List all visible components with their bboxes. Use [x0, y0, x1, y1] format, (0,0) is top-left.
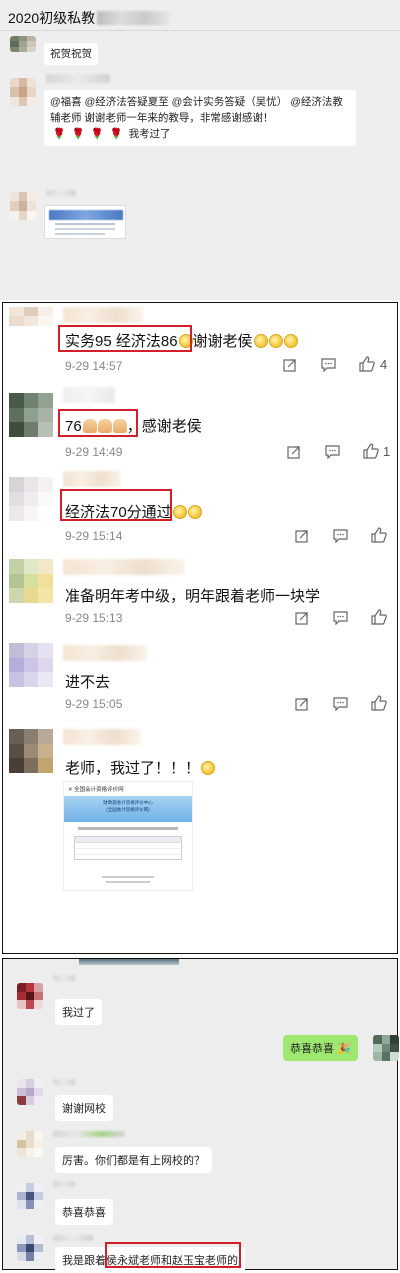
- like-icon[interactable]: [371, 527, 387, 543]
- sender-name: [46, 74, 110, 83]
- avatar[interactable]: [9, 393, 53, 437]
- message-bubble: 恭喜恭喜: [55, 1199, 113, 1225]
- sender-name: [46, 190, 76, 196]
- like-icon[interactable]: [359, 356, 375, 372]
- sender-name: [53, 1079, 75, 1085]
- like-count: 1: [383, 444, 391, 459]
- comment-time: 9-29 15:14: [65, 529, 123, 543]
- commenter-name: [63, 559, 185, 575]
- comment-item: 准备明年考中级，明年跟着老师一块学 9-29 15:13: [3, 551, 397, 635]
- comment-item: 经济法70分通过 9-29 15:14: [3, 467, 397, 551]
- comment-icon[interactable]: [333, 529, 348, 543]
- share-icon[interactable]: [295, 611, 309, 625]
- message-bubble-self: 恭喜恭喜 🎉: [283, 1035, 358, 1061]
- comment-item: 76 ，感谢老侯 9-29 14:49 1: [3, 383, 397, 467]
- comment-item: 老师，我过了！！！ ✕ 全国会计资格评价网 财政部会计资格评价中心 (全国会计资…: [3, 719, 397, 953]
- self-avatar[interactable]: [373, 1035, 399, 1061]
- comment-time: 9-29 14:57: [65, 359, 123, 373]
- highlight-box: [105, 1242, 241, 1268]
- comment-icon[interactable]: [333, 611, 348, 625]
- divider: [0, 30, 400, 31]
- commenter-name: [63, 729, 141, 745]
- share-icon[interactable]: [283, 358, 297, 372]
- avatar[interactable]: [10, 36, 36, 52]
- commenter-name: [63, 307, 143, 323]
- chat-panel: 我过了 恭喜恭喜 🎉 谢谢网校 厉害。你们都是有上网校的？ 恭喜恭喜 我是跟着侯…: [2, 958, 399, 1273]
- commenter-name: [63, 387, 115, 403]
- cropped-header: [79, 959, 179, 965]
- avatar[interactable]: [17, 1131, 43, 1157]
- avatar[interactable]: [10, 78, 36, 106]
- avatar[interactable]: [17, 1235, 43, 1261]
- comment-text: 进不去: [65, 674, 111, 691]
- share-icon[interactable]: [287, 445, 301, 459]
- comment-item: 实务95 经济法86 谢谢老侯 9-29 14:57 4: [3, 303, 397, 383]
- comment-icon[interactable]: [321, 358, 336, 372]
- comment-text: 老师，我过了！！！: [65, 757, 216, 778]
- avatar[interactable]: [9, 307, 53, 335]
- like-icon[interactable]: [363, 443, 379, 459]
- comment-time: 9-29 15:13: [65, 611, 123, 625]
- share-icon[interactable]: [295, 529, 309, 543]
- image-banner: 财政部会计资格评价中心 (全国会计资格评价网): [64, 796, 192, 822]
- avatar[interactable]: [9, 559, 53, 603]
- avatar[interactable]: [10, 192, 36, 220]
- message-bubble: 祝贺祝贺: [44, 43, 98, 65]
- sender-name: [53, 975, 75, 981]
- sender-name: [53, 1235, 93, 1241]
- highlight-box: [58, 325, 192, 352]
- avatar[interactable]: [17, 983, 43, 1009]
- sender-name: [53, 1131, 125, 1137]
- comment-item: 进不去 9-29 15:05: [3, 635, 397, 719]
- share-icon[interactable]: [295, 697, 309, 711]
- message-bubble: 谢谢网校: [55, 1095, 113, 1121]
- group-chat-screenshot: 2020初级私教 祝贺祝贺 @福喜 @经济法答疑夏至 @会计实务答疑（吴忧） @…: [0, 0, 400, 300]
- avatar[interactable]: [9, 477, 53, 521]
- highlight-box: [58, 409, 138, 437]
- comment-image[interactable]: ✕ 全国会计资格评价网 财政部会计资格评价中心 (全国会计资格评价网): [63, 781, 193, 891]
- message-bubble: 我过了: [55, 999, 102, 1025]
- message-bubble: 厉害。你们都是有上网校的？: [55, 1147, 212, 1173]
- like-icon[interactable]: [371, 695, 387, 711]
- comment-icon[interactable]: [333, 697, 348, 711]
- image-message[interactable]: [44, 205, 126, 239]
- avatar[interactable]: [17, 1079, 43, 1105]
- comment-time: 9-29 15:05: [65, 697, 123, 711]
- avatar[interactable]: [9, 643, 53, 687]
- comments-panel: 实务95 经济法86 谢谢老侯 9-29 14:57 4 76 ，感谢老侯 9-29…: [2, 302, 398, 954]
- comment-icon[interactable]: [325, 445, 340, 459]
- comment-time: 9-29 14:49: [65, 445, 123, 459]
- commenter-name: [63, 471, 121, 487]
- sender-name: [53, 1181, 75, 1187]
- commenter-name: [63, 645, 147, 661]
- comment-text: 准备明年考中级，明年跟着老师一块学: [65, 588, 321, 605]
- image-nav-title: ✕ 全国会计资格评价网: [68, 787, 124, 793]
- like-icon[interactable]: [371, 609, 387, 625]
- highlight-box: [60, 489, 172, 521]
- avatar[interactable]: [9, 729, 53, 773]
- message-bubble: @福喜 @经济法答疑夏至 @会计实务答疑（吴忧） @经济法教辅老师 谢谢老师一年…: [44, 90, 356, 146]
- like-count: 4: [380, 357, 388, 372]
- group-title: 2020初级私教: [8, 8, 170, 28]
- avatar[interactable]: [17, 1183, 43, 1209]
